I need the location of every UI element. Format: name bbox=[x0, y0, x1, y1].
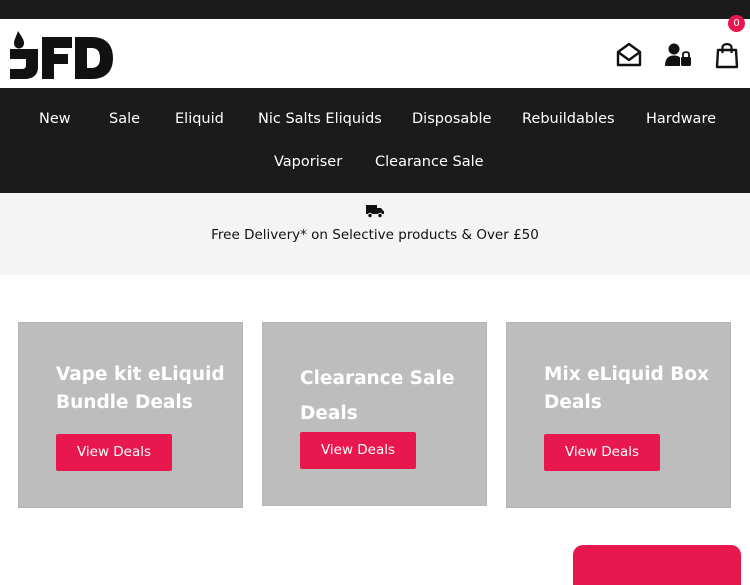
view-deals-button[interactable]: View Deals bbox=[56, 434, 172, 471]
view-deals-button[interactable]: View Deals bbox=[300, 432, 416, 469]
cart-count-badge: 0 bbox=[728, 15, 745, 32]
nav-item-vaporiser[interactable]: Vaporiser bbox=[274, 154, 342, 170]
floating-action-button[interactable] bbox=[573, 545, 741, 585]
nav-item-nic-salts[interactable]: Nic Salts Eliquids bbox=[258, 111, 382, 127]
nav-item-sale[interactable]: Sale bbox=[109, 111, 140, 127]
shopping-bag-icon[interactable] bbox=[713, 41, 741, 69]
card-title: Mix eLiquid Box Deals bbox=[544, 364, 709, 413]
card-title: Clearance Sale Deals bbox=[300, 368, 455, 424]
nav-item-hardware[interactable]: Hardware bbox=[646, 111, 716, 127]
promo-banner: Free Delivery* on Selective products & O… bbox=[0, 193, 750, 275]
view-deals-button[interactable]: View Deals bbox=[544, 434, 660, 471]
main-nav: New Sale Eliquid Nic Salts Eliquids Disp… bbox=[0, 88, 750, 193]
nav-item-new[interactable]: New bbox=[39, 111, 71, 127]
nav-item-eliquid[interactable]: Eliquid bbox=[175, 111, 224, 127]
nav-item-rebuildables[interactable]: Rebuildables bbox=[522, 111, 615, 127]
deal-card-bundle: Vape kit eLiquid Bundle Deals View Deals bbox=[18, 322, 243, 508]
nav-item-clearance-sale[interactable]: Clearance Sale bbox=[375, 154, 484, 170]
card-title: Vape kit eLiquid Bundle Deals bbox=[56, 364, 225, 413]
truck-icon bbox=[366, 205, 384, 218]
account-lock-icon[interactable] bbox=[664, 41, 692, 69]
jfd-logo[interactable] bbox=[8, 29, 114, 81]
site-header: 0 bbox=[0, 15, 750, 88]
deal-card-clearance: Clearance Sale Deals View Deals bbox=[262, 322, 487, 506]
top-bar bbox=[0, 0, 750, 19]
free-delivery-text: Free Delivery* on Selective products & O… bbox=[211, 227, 539, 243]
mail-icon[interactable] bbox=[615, 41, 643, 69]
deal-card-mix-box: Mix eLiquid Box Deals View Deals bbox=[506, 322, 731, 508]
nav-item-disposable[interactable]: Disposable bbox=[412, 111, 491, 127]
